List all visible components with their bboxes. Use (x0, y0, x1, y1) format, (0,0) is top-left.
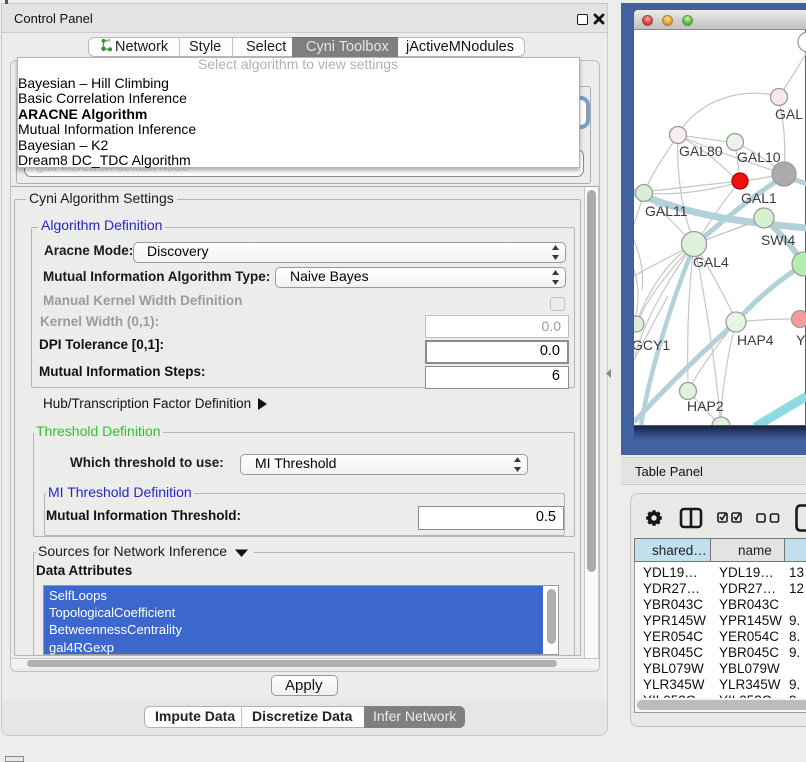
svg-text:GAL4: GAL4 (693, 254, 729, 270)
svg-text:GAL11: GAL11 (645, 203, 688, 219)
svg-text:HAP4: HAP4 (737, 332, 774, 348)
svg-text:GAL1: GAL1 (741, 190, 777, 206)
svg-text:SWI4: SWI4 (761, 232, 795, 248)
svg-text:GAL10: GAL10 (737, 149, 781, 165)
svg-text:GAL80: GAL80 (679, 143, 723, 159)
svg-text:GCY1: GCY1 (634, 337, 670, 353)
svg-text:Y: Y (796, 332, 806, 348)
svg-text:GAL: GAL (775, 106, 803, 122)
svg-text:HAP2: HAP2 (687, 398, 724, 414)
